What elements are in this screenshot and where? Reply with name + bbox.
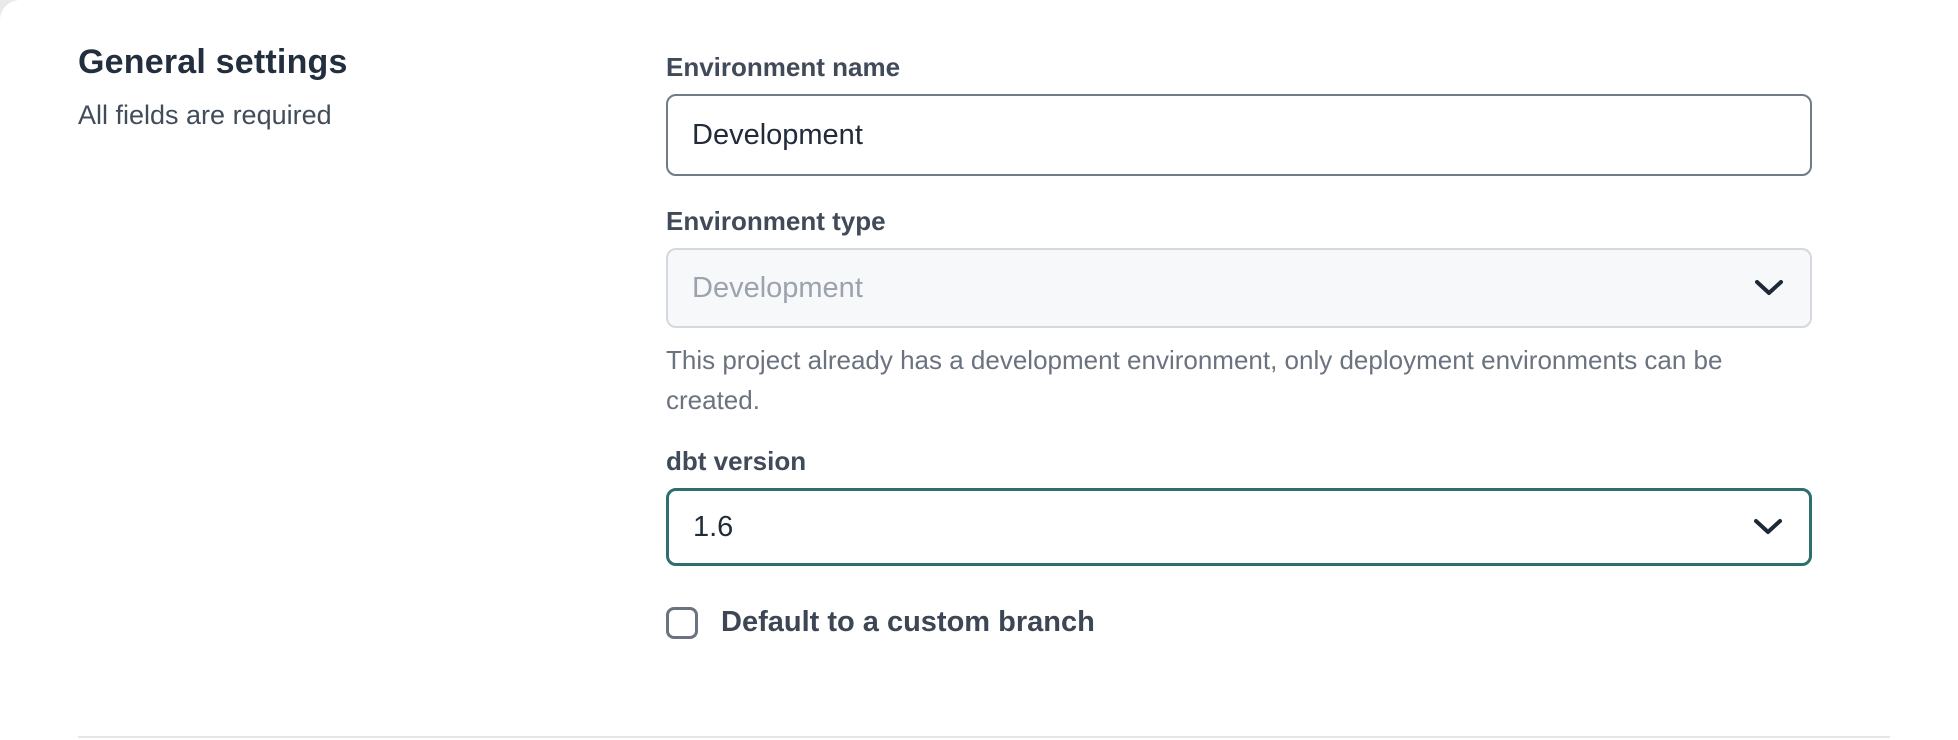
custom-branch-label[interactable]: Default to a custom branch bbox=[721, 606, 1095, 639]
environment-type-value: Development bbox=[668, 272, 863, 305]
environment-name-label: Environment name bbox=[666, 50, 1812, 84]
section-intro: General settings All fields are required bbox=[0, 0, 666, 740]
dbt-version-label: dbt version bbox=[666, 444, 1812, 478]
page-subtitle: All fields are required bbox=[78, 98, 666, 133]
chevron-down-icon bbox=[1754, 279, 1784, 297]
custom-branch-row: Default to a custom branch bbox=[666, 606, 1812, 639]
section-divider bbox=[78, 736, 1890, 738]
dbt-version-value: 1.6 bbox=[669, 511, 733, 544]
environment-type-label: Environment type bbox=[666, 204, 1812, 238]
environment-name-input[interactable] bbox=[666, 94, 1812, 176]
general-settings-form: Environment name Environment type Develo… bbox=[666, 0, 1812, 740]
settings-card: General settings All fields are required… bbox=[0, 0, 1958, 740]
chevron-down-icon bbox=[1753, 518, 1783, 536]
environment-type-select[interactable]: Development bbox=[666, 248, 1812, 328]
page-title: General settings bbox=[78, 40, 666, 84]
environment-type-helper-text: This project already has a development e… bbox=[666, 340, 1766, 420]
dbt-version-select[interactable]: 1.6 bbox=[666, 488, 1812, 566]
custom-branch-checkbox[interactable] bbox=[666, 607, 698, 639]
